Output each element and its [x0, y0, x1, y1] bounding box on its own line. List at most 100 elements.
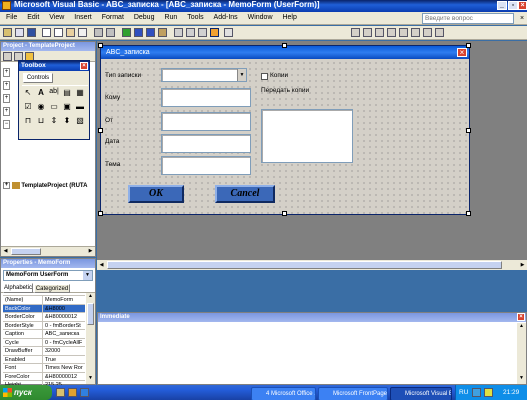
property-value[interactable]: True: [43, 356, 85, 364]
toolbox-icon[interactable]: [210, 28, 219, 37]
textbox-tool-icon[interactable]: ab|: [48, 88, 60, 101]
memo-type-combobox[interactable]: ▼: [161, 68, 247, 82]
start-button[interactable]: пуск: [0, 385, 52, 400]
copies-listbox[interactable]: [261, 109, 353, 163]
scroll-down-icon[interactable]: ▼: [517, 375, 526, 384]
property-value[interactable]: ABC_записка: [43, 330, 85, 338]
tab-alphabetic[interactable]: Alphabetic: [3, 283, 33, 293]
insert-userform-icon[interactable]: [15, 28, 24, 37]
quicklaunch-icon[interactable]: [56, 388, 65, 397]
menu-view[interactable]: View: [45, 12, 68, 23]
property-row[interactable]: DrawBuffer 32000: [3, 347, 85, 356]
help-icon[interactable]: [224, 28, 233, 37]
property-row[interactable]: BorderStyle 0 - fmBorderSt: [3, 321, 85, 330]
to-field[interactable]: [161, 88, 251, 107]
date-field[interactable]: [161, 134, 251, 153]
checkbox-tool-icon[interactable]: ☑: [22, 102, 34, 115]
bring-front-icon[interactable]: [411, 28, 420, 37]
close-doc-icon[interactable]: ×: [516, 13, 527, 24]
paste-icon[interactable]: [66, 28, 75, 37]
property-row[interactable]: Caption ABC_записка: [3, 330, 85, 339]
property-value[interactable]: MemoForm: [43, 296, 85, 304]
tabstrip-tool-icon[interactable]: ⊓: [22, 116, 34, 129]
select-objects-icon[interactable]: ↖: [22, 88, 34, 101]
resize-handle[interactable]: [466, 211, 471, 216]
send-back-icon[interactable]: [423, 28, 432, 37]
break-icon[interactable]: [134, 28, 143, 37]
resize-handle[interactable]: [282, 43, 287, 48]
undo-icon[interactable]: [94, 28, 103, 37]
menu-run[interactable]: Run: [160, 12, 181, 23]
resize-handle[interactable]: [98, 43, 103, 48]
properties-v-scrollbar[interactable]: ▲ ▼: [86, 293, 95, 384]
resize-handle[interactable]: [466, 128, 471, 133]
scroll-thumb[interactable]: [107, 261, 502, 269]
tree-expand-icon[interactable]: +: [3, 68, 10, 77]
property-row[interactable]: Cycle 0 - fmCycleAllF: [3, 338, 85, 347]
align-icon[interactable]: [351, 28, 360, 37]
object-browser-icon[interactable]: [198, 28, 207, 37]
tree-expand-icon[interactable]: +: [3, 182, 10, 189]
taskbar-item-frontpage[interactable]: Microsoft FrontPage - ...: [318, 387, 388, 400]
menu-edit[interactable]: Edit: [23, 12, 43, 23]
close-icon[interactable]: ×: [518, 1, 527, 10]
run-icon[interactable]: [122, 28, 131, 37]
menu-file[interactable]: File: [2, 12, 21, 23]
menu-format[interactable]: Format: [98, 12, 128, 23]
tray-icon[interactable]: [472, 388, 481, 397]
scroll-left-icon[interactable]: ◀: [97, 260, 106, 270]
quicklaunch-icon[interactable]: [68, 388, 77, 397]
resize-handle[interactable]: [282, 211, 287, 216]
view-code-icon[interactable]: [3, 52, 12, 61]
scroll-right-icon[interactable]: ▶: [86, 247, 95, 256]
scroll-up-icon[interactable]: ▲: [86, 293, 95, 302]
tree-collapse-icon[interactable]: −: [3, 120, 10, 129]
image-tool-icon[interactable]: ▧: [74, 116, 86, 129]
zoom-icon[interactable]: [435, 28, 444, 37]
minimize-icon[interactable]: _: [497, 1, 507, 10]
tab-categorized[interactable]: Categorized: [34, 284, 70, 293]
resize-handle[interactable]: [98, 211, 103, 216]
scroll-thumb[interactable]: [87, 303, 94, 325]
group-icon[interactable]: [387, 28, 396, 37]
from-field[interactable]: [161, 112, 251, 131]
property-value[interactable]: &H80000012: [43, 313, 85, 321]
properties-object-select[interactable]: MemoForm UserForm ▼: [3, 270, 93, 281]
property-value[interactable]: 0 - fmBorderSt: [43, 322, 85, 330]
menu-debug[interactable]: Debug: [130, 12, 159, 23]
cut-icon[interactable]: [42, 28, 51, 37]
designer-h-scrollbar[interactable]: ◀ ▶: [97, 260, 527, 270]
togglebutton-tool-icon[interactable]: ▭: [48, 102, 60, 115]
view-excel-icon[interactable]: [3, 28, 12, 37]
scrollbar-tool-icon[interactable]: ⇕: [48, 116, 60, 129]
property-value[interactable]: &H80000012: [43, 373, 85, 381]
tree-expand-icon[interactable]: +: [3, 81, 10, 90]
find-icon[interactable]: [78, 28, 87, 37]
scroll-down-icon[interactable]: ▼: [86, 375, 95, 384]
quicklaunch-icon[interactable]: [80, 388, 89, 397]
userform-close-icon[interactable]: ×: [457, 48, 467, 57]
chevron-down-icon[interactable]: ▼: [237, 69, 246, 81]
ok-button[interactable]: OK: [128, 185, 184, 203]
property-row[interactable]: Font Times New Ror: [3, 364, 85, 373]
save-icon[interactable]: [27, 28, 36, 37]
immediate-v-scrollbar[interactable]: ▲ ▼: [517, 323, 526, 384]
copies-checkbox[interactable]: [261, 73, 268, 80]
property-row[interactable]: BorderColor &H80000012: [3, 313, 85, 322]
property-value[interactable]: &H8000: [43, 305, 85, 313]
commandbutton-tool-icon[interactable]: ▬: [74, 102, 86, 115]
toolbox-close-icon[interactable]: ×: [80, 62, 88, 70]
subject-field[interactable]: [161, 156, 251, 175]
scroll-left-icon[interactable]: ◀: [1, 247, 10, 256]
tree-expand-icon[interactable]: +: [3, 107, 10, 116]
tray-icon[interactable]: [484, 388, 493, 397]
spinbutton-tool-icon[interactable]: ⬍: [61, 116, 73, 129]
design-mode-icon[interactable]: [158, 28, 167, 37]
menu-insert[interactable]: Insert: [70, 12, 96, 23]
scroll-thumb[interactable]: [11, 248, 41, 255]
redo-icon[interactable]: [106, 28, 115, 37]
property-row[interactable]: Enabled True: [3, 355, 85, 364]
frame-tool-icon[interactable]: ▣: [61, 102, 73, 115]
project-explorer-icon[interactable]: [174, 28, 183, 37]
combobox-tool-icon[interactable]: ▤: [61, 88, 73, 101]
